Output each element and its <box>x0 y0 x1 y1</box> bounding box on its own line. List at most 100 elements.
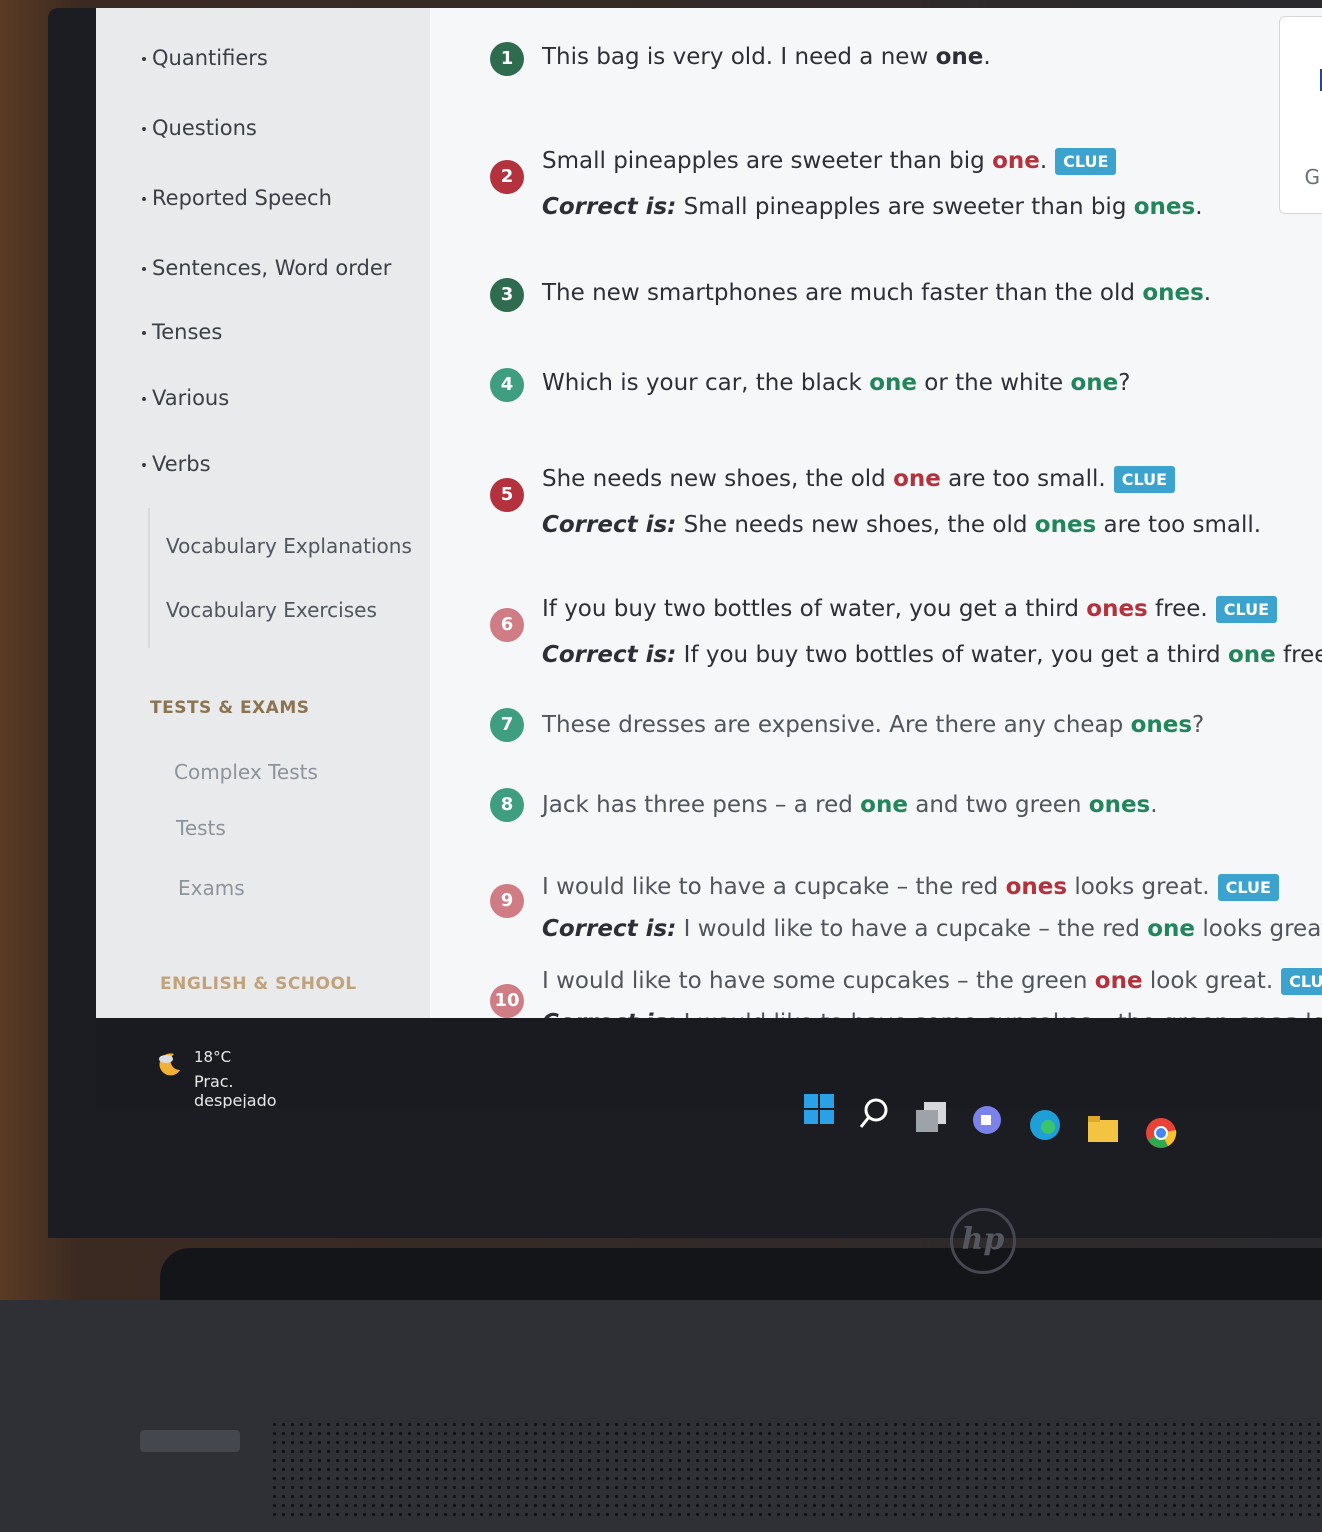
answer-sentence: I would like to have a cupcake – the red… <box>542 874 1279 901</box>
correct-sentence: Correct is: If you buy two bottles of wa… <box>542 642 1322 668</box>
sidebar-item-label: Sentences, Word order <box>152 256 392 280</box>
clue-button[interactable]: CLUE <box>1215 596 1278 623</box>
chat-icon[interactable] <box>970 1104 1004 1138</box>
sentence-text: or the white <box>916 370 1071 396</box>
sidebar-divider <box>148 508 150 648</box>
answer-sentence: If you buy two bottles of water, you get… <box>542 596 1278 623</box>
answer-sentence: Jack has three pens – a red one and two … <box>542 792 1158 818</box>
moon-cloud-icon <box>159 1053 180 1076</box>
answer-sentence: Which is your car, the black one or the … <box>542 370 1130 396</box>
sentence-text: She needs new shoes, the old <box>676 512 1035 538</box>
file-explorer-icon[interactable] <box>1086 1112 1120 1146</box>
sentence-text: I would like to have some cupcakes – the… <box>542 968 1095 994</box>
weather-widget[interactable]: 18°C Prac. despejado <box>156 1044 316 1108</box>
bullet-icon <box>142 127 146 131</box>
search-icon[interactable] <box>858 1096 892 1130</box>
sidebar-item-label: Verbs <box>152 452 211 476</box>
sidebar-item-label: Reported Speech <box>152 186 332 210</box>
start-icon[interactable] <box>802 1092 836 1126</box>
sentence-text: and two green <box>907 792 1089 818</box>
bullet-icon <box>142 57 146 61</box>
correct-word: one <box>1147 916 1196 942</box>
question-number-correct: 7 <box>490 708 524 742</box>
sentence-text: This bag is very old. I need a new <box>542 44 936 70</box>
answer-sentence: She needs new shoes, the old one are too… <box>542 466 1176 493</box>
sentence-text: If you buy two bottles of water, you get… <box>676 642 1228 668</box>
sidebar-item-verbs[interactable]: Verbs <box>142 452 211 476</box>
chrome-icon[interactable] <box>1144 1116 1178 1150</box>
wrong-answer-word: one <box>893 466 941 492</box>
sentence-text: These dresses are expensive. Are there a… <box>542 712 1131 738</box>
sidebar-item-quantifiers[interactable]: Quantifiers <box>142 46 268 70</box>
sidebar-heading-tests: TESTS & EXAMS <box>150 698 310 718</box>
answer-word: one <box>869 370 917 396</box>
correct-sentence: Correct is: Small pineapples are sweeter… <box>542 194 1203 220</box>
sidebar-item-label: Tenses <box>152 320 223 344</box>
question-number-wrong: 9 <box>490 884 524 918</box>
sentence-text: . <box>1150 792 1158 818</box>
answer-sentence: The new smartphones are much faster than… <box>542 280 1211 306</box>
question-number-wrong: 6 <box>490 608 524 642</box>
bullet-icon <box>142 267 146 271</box>
sidebar-heading-english-school: ENGLISH & SCHOOL <box>160 974 357 994</box>
bullet-icon <box>142 331 146 335</box>
bullet-icon <box>142 463 146 467</box>
correct-label: Correct is: <box>542 194 677 220</box>
sentence-text: She needs new shoes, the old <box>542 466 894 492</box>
wrong-answer-word: ones <box>1005 874 1068 900</box>
answer-sentence: This bag is very old. I need a new one. <box>542 44 991 70</box>
sentence-text: free. <box>1147 596 1208 622</box>
correct-sentence: Correct is: She needs new shoes, the old… <box>542 512 1261 538</box>
edge-icon[interactable] <box>1028 1108 1062 1142</box>
sentence-text: are too small. <box>1096 512 1262 538</box>
question-number-correct: 3 <box>490 278 524 312</box>
correct-label: Correct is: <box>542 512 677 538</box>
clue-button[interactable]: CLUE <box>1055 148 1117 175</box>
sentence-text: look great. <box>1142 968 1274 994</box>
clue-button[interactable]: CLUE <box>1113 466 1176 493</box>
exercise-results: 1 This bag is very old. I need a new one… <box>430 8 1322 1036</box>
sentence-text: If you buy two bottles of water, you get… <box>542 596 1087 622</box>
correct-word: ones <box>1034 512 1097 538</box>
sentence-text: Small pineapples are sweeter than big <box>676 194 1134 220</box>
sidebar-item-label: Quantifiers <box>152 46 268 70</box>
wrong-answer-word: ones <box>1086 596 1148 622</box>
sidebar-item-label: Questions <box>152 116 257 140</box>
wrong-answer-word: one <box>1094 968 1143 994</box>
answer-word: ones <box>1088 792 1151 818</box>
side-panel-letter: G <box>1304 165 1321 189</box>
sidebar-nav: Quantifiers Questions Reported Speech Se… <box>96 8 430 1018</box>
clue-button[interactable]: CLUE <box>1217 874 1279 901</box>
sentence-text: . <box>1039 148 1048 174</box>
sidebar-item-questions[interactable]: Questions <box>142 116 257 140</box>
sidebar-link-tests[interactable]: Tests <box>176 816 226 840</box>
clue-button[interactable]: CLUE <box>1281 968 1322 995</box>
sidebar-link-exams[interactable]: Exams <box>178 876 245 900</box>
side-panel-tab[interactable]: G <box>1279 16 1322 214</box>
bullet-icon <box>142 197 146 201</box>
sidebar-item-sentences[interactable]: Sentences, Word order <box>142 256 391 280</box>
answer-word: one <box>935 44 984 70</box>
correct-label: Correct is: <box>542 642 677 668</box>
sentence-text: . <box>983 44 991 70</box>
sentence-text: ? <box>1118 370 1131 396</box>
sidebar-item-various[interactable]: Various <box>142 386 229 410</box>
sentence-text: Jack has three pens – a red <box>542 792 861 818</box>
sidebar-link-vocabulary-explanations[interactable]: Vocabulary Explanations <box>166 534 412 558</box>
weather-condition: Prac. despejado <box>194 1072 277 1108</box>
answer-sentence: I would like to have some cupcakes – the… <box>542 968 1322 995</box>
power-button[interactable] <box>140 1430 240 1452</box>
bullet-icon <box>142 397 146 401</box>
sidebar-item-tenses[interactable]: Tenses <box>142 320 222 344</box>
sentence-text: looks great. <box>1202 916 1322 942</box>
sidebar-link-vocabulary-exercises[interactable]: Vocabulary Exercises <box>166 598 377 622</box>
answer-sentence: These dresses are expensive. Are there a… <box>542 712 1204 738</box>
sentence-text: are too small. <box>940 466 1106 492</box>
sentence-text: ? <box>1192 712 1205 738</box>
sidebar-item-label: Various <box>152 386 230 410</box>
sidebar-item-reported-speech[interactable]: Reported Speech <box>142 186 332 210</box>
sentence-text: The new smartphones are much faster than… <box>542 280 1143 306</box>
correct-sentence: Correct is: I would like to have a cupca… <box>542 916 1322 942</box>
sidebar-link-complex-tests[interactable]: Complex Tests <box>174 760 318 784</box>
task-view-icon[interactable] <box>914 1100 948 1134</box>
